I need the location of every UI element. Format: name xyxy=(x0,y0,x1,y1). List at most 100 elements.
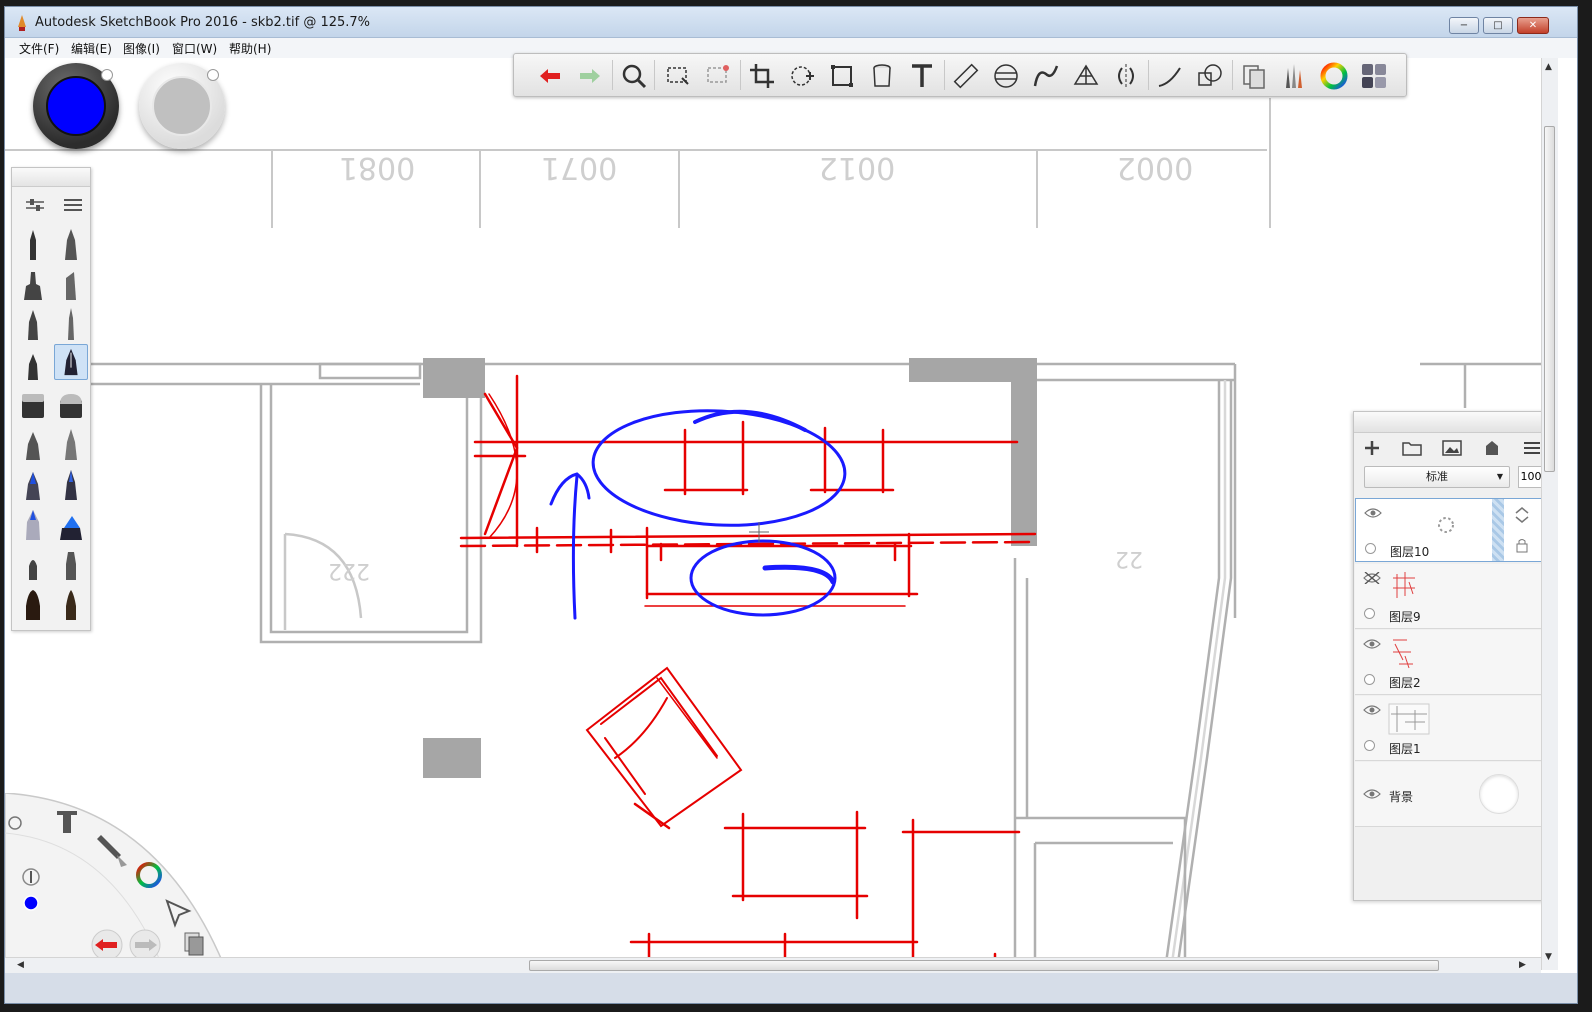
brush-library-icon[interactable] xyxy=(1280,62,1308,90)
marker-brush-icon[interactable] xyxy=(16,266,50,302)
primary-color-puck[interactable] xyxy=(33,63,119,149)
distort-icon[interactable] xyxy=(828,62,856,90)
ellipse-guide-icon[interactable] xyxy=(992,62,1020,90)
lagoon-current-color-icon[interactable] xyxy=(23,895,39,911)
stroke-icon[interactable] xyxy=(1156,62,1184,90)
text-icon[interactable] xyxy=(908,62,936,90)
chisel-marker-icon[interactable] xyxy=(54,266,88,302)
close-button[interactable]: ✕ xyxy=(1517,17,1549,34)
scroll-down-icon[interactable]: ▼ xyxy=(1545,952,1552,962)
smudge-brush-icon[interactable] xyxy=(16,506,50,542)
background-color-swatch[interactable] xyxy=(1479,774,1519,814)
synthetic-brush-icon[interactable] xyxy=(54,426,88,462)
lagoon-radial-menu xyxy=(5,793,224,973)
copy-paste-icon[interactable] xyxy=(1240,62,1268,90)
layer-editor-header[interactable] xyxy=(1354,412,1552,433)
maximize-button[interactable]: □ xyxy=(1483,17,1513,34)
layer-name: 图层9 xyxy=(1389,610,1421,624)
layer-lock-icon[interactable] xyxy=(1514,537,1530,553)
shape-icon[interactable] xyxy=(1196,62,1224,90)
ink-pen-brush-icon[interactable] xyxy=(54,226,88,262)
layer-editor: 标准 ▼ 100 图层10 图层9 图层2 图层1 背景 xyxy=(1353,411,1553,901)
clear-layer-icon[interactable] xyxy=(1480,438,1504,458)
highlighter-brush-icon[interactable] xyxy=(54,506,88,542)
visibility-eye-icon[interactable] xyxy=(1363,788,1381,800)
lasso-select-icon[interactable] xyxy=(704,62,732,90)
layer-select-radio[interactable] xyxy=(1364,740,1375,751)
layer-item[interactable]: 背景 xyxy=(1355,762,1549,827)
blue-marker-brush-icon[interactable] xyxy=(16,466,50,502)
french-curve-icon[interactable] xyxy=(1032,62,1060,90)
brush-palette-header[interactable] xyxy=(12,168,90,187)
perspective-icon[interactable] xyxy=(1072,62,1100,90)
crop-icon[interactable] xyxy=(748,62,776,90)
visibility-eye-icon[interactable] xyxy=(1363,638,1381,650)
scroll-left-icon[interactable]: ◀ xyxy=(17,960,24,970)
menu-help[interactable]: 帮助(H) xyxy=(229,40,271,57)
pencil-brush-icon[interactable] xyxy=(16,226,50,262)
add-group-icon[interactable] xyxy=(1400,438,1424,458)
horizontal-scroll-thumb[interactable] xyxy=(529,960,1439,971)
color-swatches-icon[interactable] xyxy=(1360,62,1388,90)
brush-settings-icon[interactable] xyxy=(18,190,52,220)
lagoon-undo-icon[interactable] xyxy=(91,929,123,961)
move-rotate-icon[interactable] xyxy=(788,62,816,90)
lagoon-redo-icon[interactable] xyxy=(129,929,161,961)
symmetry-icon[interactable] xyxy=(1112,62,1140,90)
primary-color-swatch xyxy=(46,76,106,136)
soft-eraser-icon[interactable] xyxy=(54,386,88,422)
blend-mode-dropdown[interactable]: 标准 ▼ xyxy=(1364,466,1510,488)
brush-library-list-icon[interactable] xyxy=(56,190,90,220)
layer-item[interactable]: 图层2 xyxy=(1355,630,1549,695)
visibility-hidden-icon[interactable] xyxy=(1363,572,1381,584)
layer-item[interactable]: 图层9 xyxy=(1355,564,1549,629)
layer-item[interactable]: 图层1 xyxy=(1355,696,1549,761)
drawing-canvas[interactable]: 0081 0071 0012 0002 222 22 xyxy=(5,58,1541,970)
scroll-right-icon[interactable]: ▶ xyxy=(1519,960,1526,970)
room-label: 22 xyxy=(1115,546,1143,571)
flat-brush-icon[interactable] xyxy=(54,546,88,582)
felt-tip-brush-icon[interactable] xyxy=(16,346,50,382)
calligraphy-pen-brush-icon[interactable] xyxy=(54,344,88,380)
title-bar: Autodesk SketchBook Pro 2016 - skb2.tif … xyxy=(5,7,1577,38)
scroll-up-icon[interactable]: ▲ xyxy=(1545,62,1552,72)
layer-select-radio[interactable] xyxy=(1364,674,1375,685)
add-image-icon[interactable] xyxy=(1440,438,1464,458)
secondary-color-puck[interactable] xyxy=(139,63,225,149)
menu-edit[interactable]: 编辑(E) xyxy=(71,40,112,57)
fill-bucket-icon[interactable] xyxy=(868,62,896,90)
redo-icon[interactable] xyxy=(576,62,604,90)
ballpoint-brush-icon[interactable] xyxy=(16,306,50,342)
menu-window[interactable]: 窗口(W) xyxy=(172,40,217,57)
floor-plan-drawing: 0081 0071 0012 0002 222 22 xyxy=(5,98,1541,970)
paint-brush-icon[interactable] xyxy=(16,586,50,622)
blue-pen-brush-icon[interactable] xyxy=(54,466,88,502)
menu-file[interactable]: 文件(F) xyxy=(19,40,59,57)
wet-brush-icon[interactable] xyxy=(54,586,88,622)
rect-select-icon[interactable] xyxy=(664,62,692,90)
layer-select-radio[interactable] xyxy=(1364,608,1375,619)
ruler-icon[interactable] xyxy=(952,62,980,90)
airbrush-icon[interactable] xyxy=(16,426,50,462)
undo-icon[interactable] xyxy=(536,62,564,90)
minimize-button[interactable]: − xyxy=(1449,17,1479,34)
visibility-eye-icon[interactable] xyxy=(1363,704,1381,716)
layer-select-radio[interactable] xyxy=(1365,543,1376,554)
visibility-eye-icon[interactable] xyxy=(1364,507,1382,519)
round-brush-icon[interactable] xyxy=(16,546,50,582)
color-wheel-icon[interactable] xyxy=(1320,62,1348,90)
menu-image[interactable]: 图像(I) xyxy=(123,40,160,57)
layer-thumbnail xyxy=(1393,639,1413,669)
add-layer-icon[interactable] xyxy=(1360,438,1384,458)
fineliner-brush-icon[interactable] xyxy=(54,306,88,342)
layer-item[interactable]: 图层10 xyxy=(1355,498,1549,562)
layer-reorder-icon[interactable] xyxy=(1512,505,1532,525)
chevron-down-icon: ▼ xyxy=(1496,472,1503,481)
window-title: Autodesk SketchBook Pro 2016 - skb2.tif … xyxy=(35,15,371,30)
vertical-scrollbar[interactable]: ▲ ▼ xyxy=(1541,58,1558,970)
dimension-label: 0071 xyxy=(541,150,617,185)
hard-eraser-icon[interactable] xyxy=(16,386,50,422)
horizontal-scrollbar[interactable]: ◀ ▶ xyxy=(5,957,1541,974)
zoom-icon[interactable] xyxy=(620,62,648,90)
vertical-scroll-thumb[interactable] xyxy=(1544,126,1555,472)
